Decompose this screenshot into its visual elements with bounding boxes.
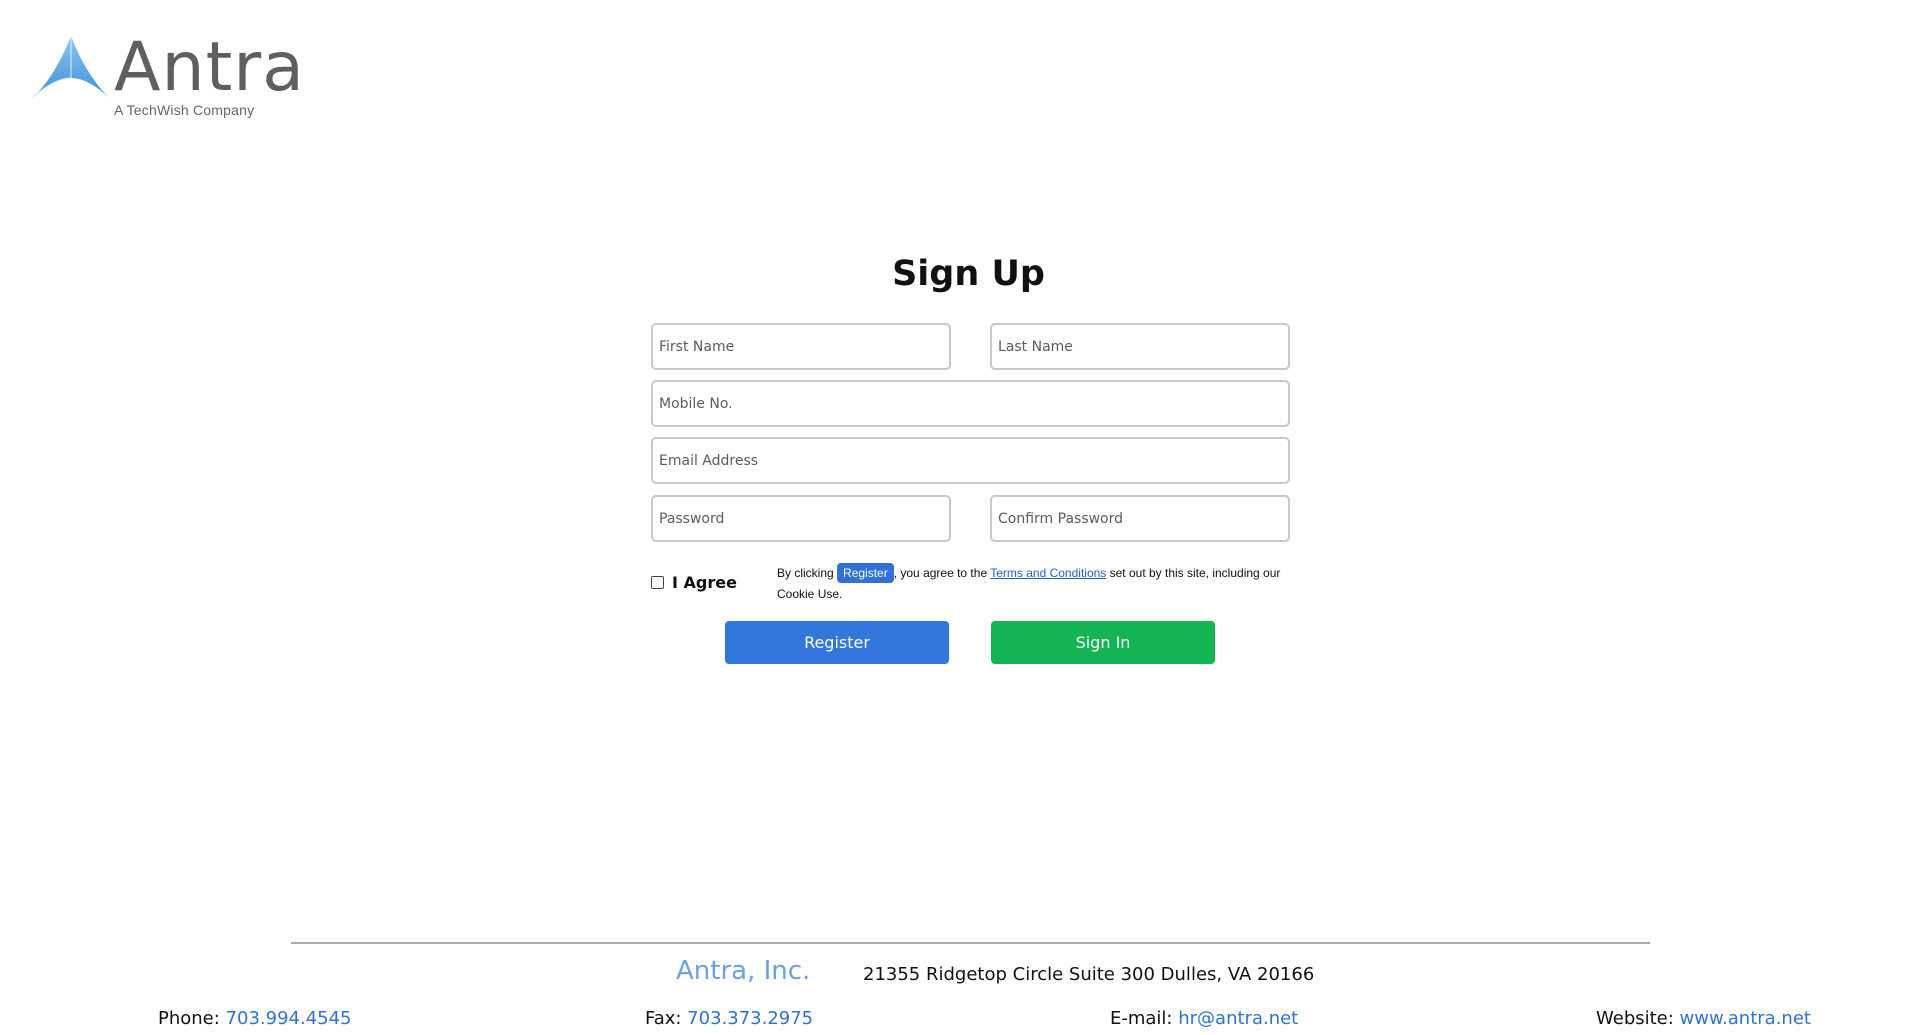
terms-register-chip: Register: [837, 563, 894, 583]
footer-address: 21355 Ridgetop Circle Suite 300 Dulles, …: [863, 964, 1315, 985]
footer-company: Antra, Inc.: [676, 956, 811, 986]
website-label: Website:: [1596, 1008, 1680, 1029]
fax-label: Fax:: [645, 1008, 688, 1029]
terms-middle: , you agree to the: [893, 566, 991, 580]
checkbox-icon[interactable]: [651, 576, 664, 589]
email-label: E-mail:: [1110, 1008, 1179, 1029]
phone-link[interactable]: 703.994.4545: [226, 1008, 352, 1029]
agree-checkbox-group[interactable]: I Agree: [651, 573, 737, 592]
footer-phone: Phone: 703.994.4545: [158, 1008, 352, 1029]
signup-page: Antra A TechWish Company Sign Up I Agree…: [0, 0, 1920, 1035]
last-name-field[interactable]: [990, 323, 1290, 370]
page-title: Sign Up: [892, 254, 1045, 294]
email-field[interactable]: [651, 437, 1290, 484]
password-field[interactable]: [651, 495, 951, 542]
antra-triangle-logo-icon: [31, 36, 110, 99]
terms-notice: By clicking Register, you agree to the T…: [777, 563, 1297, 605]
brand-name: Antra: [114, 28, 305, 107]
first-name-field[interactable]: [651, 323, 951, 370]
terms-prefix: By clicking: [777, 566, 838, 580]
footer-divider: [291, 942, 1650, 944]
phone-label: Phone:: [158, 1008, 226, 1029]
footer-fax: Fax: 703.373.2975: [645, 1008, 813, 1029]
sign-in-button[interactable]: Sign In: [991, 621, 1215, 664]
mobile-field[interactable]: [651, 380, 1290, 427]
footer-website: Website: www.antra.net: [1596, 1008, 1811, 1029]
agree-label: I Agree: [672, 573, 737, 592]
website-link[interactable]: www.antra.net: [1680, 1008, 1811, 1029]
terms-link[interactable]: Terms and Conditions: [990, 566, 1106, 580]
register-button[interactable]: Register: [725, 621, 949, 664]
confirm-password-field[interactable]: [990, 495, 1290, 542]
brand-tagline: A TechWish Company: [114, 102, 255, 118]
email-link[interactable]: hr@antra.net: [1178, 1008, 1298, 1029]
fax-value: 703.373.2975: [687, 1008, 814, 1029]
antra-logo[interactable]: Antra A TechWish Company: [30, 28, 304, 122]
footer-email: E-mail: hr@antra.net: [1110, 1008, 1298, 1029]
